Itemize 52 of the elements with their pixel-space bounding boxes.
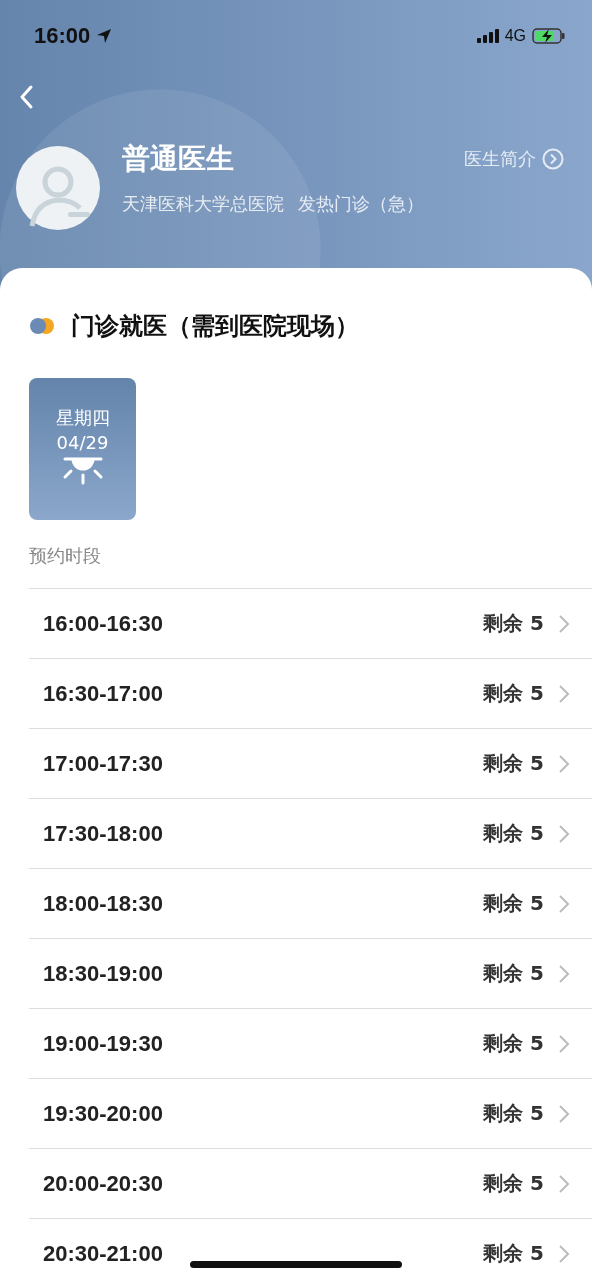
slot-time: 20:30-21:00 [43, 1240, 163, 1267]
slot-remaining: 剩余 5 [483, 960, 544, 987]
time-slot-row[interactable]: 20:00-20:30 剩余 5 [29, 1148, 592, 1218]
slot-remaining: 剩余 5 [483, 1240, 544, 1267]
chevron-right-icon [558, 1173, 570, 1194]
chevron-right-icon [558, 823, 570, 844]
chevron-circle-icon [542, 148, 564, 170]
slot-time: 20:00-20:30 [43, 1170, 163, 1197]
chevron-right-icon [558, 1243, 570, 1264]
slot-remaining: 剩余 5 [483, 610, 544, 637]
signal-icon [476, 29, 499, 43]
time-slot-row[interactable]: 19:00-19:30 剩余 5 [29, 1008, 592, 1078]
time-slot-row[interactable]: 16:00-16:30 剩余 5 [29, 588, 592, 658]
slot-time: 17:00-17:30 [43, 750, 163, 777]
slot-remaining: 剩余 5 [483, 820, 544, 847]
doctor-name: 普通医生 [122, 141, 235, 177]
slot-time: 17:30-18:00 [43, 820, 163, 847]
slot-remaining: 剩余 5 [483, 1170, 544, 1197]
slot-time: 16:30-17:00 [43, 680, 163, 707]
time-slot-row[interactable]: 16:30-17:00 剩余 5 [29, 658, 592, 728]
slots-label: 预约时段 [29, 544, 102, 568]
slot-time: 19:00-19:30 [43, 1030, 163, 1057]
slot-time: 18:00-18:30 [43, 890, 163, 917]
department-name: 发热门诊（急） [298, 192, 424, 216]
slot-time: 18:30-19:00 [43, 960, 163, 987]
time-slot-row[interactable]: 18:00-18:30 剩余 5 [29, 868, 592, 938]
time-slot-row[interactable]: 17:00-17:30 剩余 5 [29, 728, 592, 798]
slot-remaining: 剩余 5 [483, 680, 544, 707]
hospital-name: 天津医科大学总医院 [122, 192, 284, 216]
location-arrow-icon [96, 28, 113, 44]
time-slot-row[interactable]: 18:30-19:00 剩余 5 [29, 938, 592, 1008]
chevron-right-icon [558, 753, 570, 774]
section-title: 门诊就医（需到医院现场） [71, 311, 359, 342]
chevron-right-icon [558, 963, 570, 984]
slot-remaining: 剩余 5 [483, 1030, 544, 1057]
chevron-right-icon [558, 613, 570, 634]
dots-icon [29, 317, 55, 335]
chevron-right-icon [558, 1033, 570, 1054]
battery-charging-icon [532, 28, 566, 44]
chevron-right-icon [558, 683, 570, 704]
network-label: 4G [504, 27, 526, 45]
slot-remaining: 剩余 5 [483, 1100, 544, 1127]
slot-time: 16:00-16:30 [43, 610, 163, 637]
slot-remaining: 剩余 5 [483, 750, 544, 777]
status-time: 16:00 [34, 23, 91, 49]
avatar-icon [16, 146, 100, 230]
time-slot-row[interactable]: 19:30-20:00 剩余 5 [29, 1078, 592, 1148]
slot-remaining: 剩余 5 [483, 890, 544, 917]
chevron-right-icon [558, 893, 570, 914]
time-slot-row[interactable]: 17:30-18:00 剩余 5 [29, 798, 592, 868]
slot-time: 19:30-20:00 [43, 1100, 163, 1127]
chevron-right-icon [558, 1103, 570, 1124]
